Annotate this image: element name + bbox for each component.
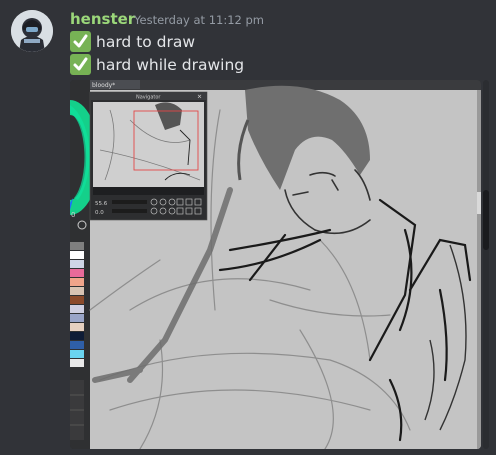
chat-message: henster Yesterday at 11:12 pm hard to dr… — [0, 0, 496, 455]
avatar[interactable] — [11, 10, 53, 52]
rotation-value: 0.0 — [95, 210, 104, 216]
check-mark-icon — [70, 54, 91, 75]
scrollbar[interactable] — [483, 80, 489, 449]
svg-text:0: 0 — [71, 211, 75, 219]
svg-text:✕: ✕ — [197, 94, 202, 101]
navigator-title: Navigator — [136, 95, 161, 101]
message-text: hard while drawing — [96, 56, 245, 74]
message-line: hard while drawing — [70, 54, 244, 76]
message-line: hard to draw — [70, 31, 195, 53]
tab-title: bloody* — [92, 82, 115, 89]
attachment-image: 0 bloody* Navigator ✕ 55.6 0.0 — [70, 80, 481, 449]
timestamp: Yesterday at 11:12 pm — [134, 13, 264, 27]
zoom-value: 55.6 — [95, 201, 108, 207]
check-mark-icon — [70, 31, 91, 52]
author-name[interactable]: henster — [70, 10, 135, 28]
image-attachment[interactable]: 0 bloody* Navigator ✕ 55.6 0.0 — [70, 80, 481, 449]
message-text: hard to draw — [96, 33, 196, 51]
